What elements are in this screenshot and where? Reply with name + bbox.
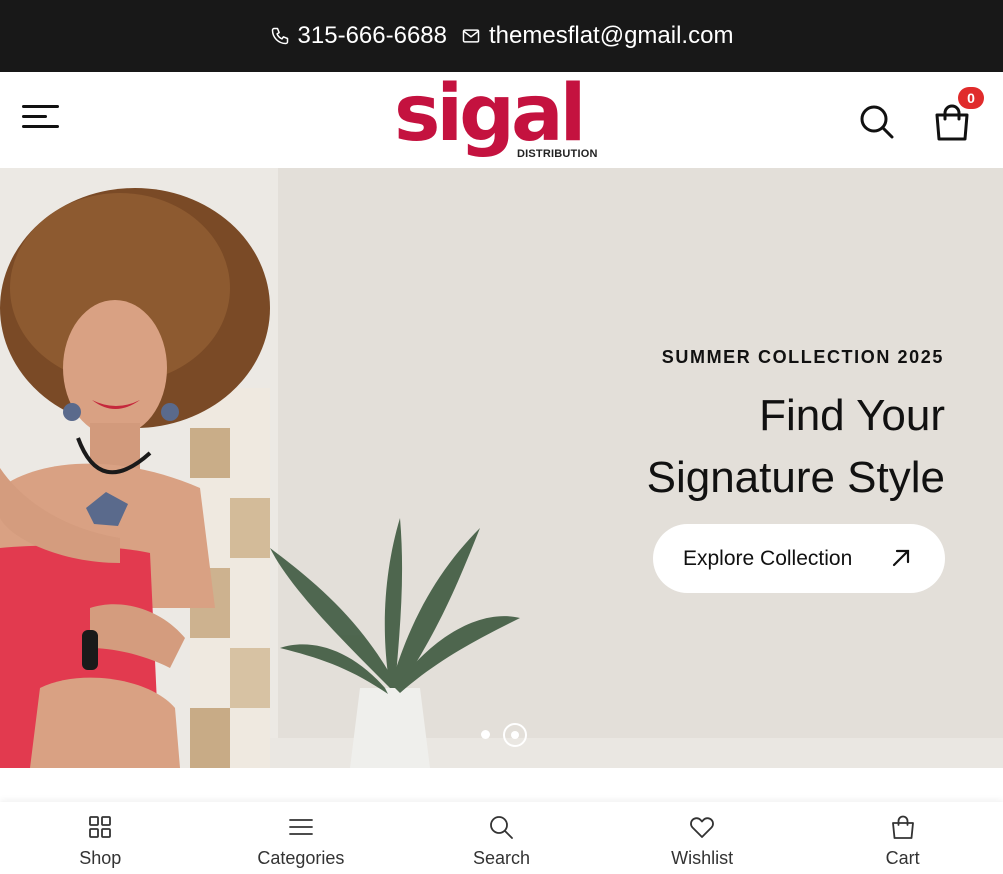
hero-title: Find Your Signature Style <box>647 385 945 509</box>
phone-number: 315-666-6688 <box>297 22 447 49</box>
contact-email[interactable]: themesflat@gmail.com <box>461 22 733 50</box>
nav-search-label: Search <box>472 848 530 868</box>
search-icon <box>490 816 514 839</box>
menu-icon-line-1 <box>22 105 59 108</box>
menu-icon-line-3 <box>22 125 59 128</box>
hero-title-line-2: Signature Style <box>646 453 945 502</box>
nav-cart[interactable]: Cart <box>802 802 1003 874</box>
phone-icon <box>271 27 288 45</box>
nav-categories[interactable]: Categories <box>201 802 402 874</box>
nav-wishlist-label: Wishlist <box>671 848 734 868</box>
top-bar: 315-666-6688 themesflat@gmail.com <box>0 0 1003 72</box>
menu-button[interactable] <box>22 102 62 132</box>
slide-dot-1[interactable] <box>481 730 490 739</box>
hero-banner: SUMMER COLLECTION 2025 Find Your Signatu… <box>0 168 1003 768</box>
nav-cart-label: Cart <box>885 848 920 868</box>
cart-count-badge: 0 <box>958 87 984 109</box>
menu-icon-line-2 <box>22 115 47 118</box>
contact-phone[interactable]: 315-666-6688 <box>270 22 447 50</box>
heart-icon <box>690 817 714 838</box>
explore-collection-button[interactable]: Explore Collection <box>653 524 945 593</box>
header-search-button[interactable] <box>857 102 895 140</box>
nav-shop[interactable]: Shop <box>0 802 201 874</box>
brand-logo[interactable]: sigal DISTRIBUTION <box>392 69 612 168</box>
list-icon <box>288 819 313 835</box>
logo-subtext: DISTRIBUTION <box>517 148 598 160</box>
hero-title-line-1: Find Your <box>759 391 945 440</box>
slide-dot-2-active[interactable] <box>503 723 527 747</box>
site-header: sigal DISTRIBUTION <box>0 69 1003 168</box>
email-address: themesflat@gmail.com <box>489 22 734 49</box>
search-icon <box>860 105 894 139</box>
bottom-navigation: Shop Categories Search Wishlist Cart <box>0 802 1003 874</box>
explore-collection-label: Explore Collection <box>683 546 853 570</box>
nav-shop-label: Shop <box>79 848 122 868</box>
nav-wishlist[interactable]: Wishlist <box>602 802 803 874</box>
bag-icon <box>891 815 914 839</box>
mail-icon <box>462 29 480 43</box>
nav-categories-label: Categories <box>257 848 345 868</box>
hero-eyebrow: SUMMER COLLECTION 2025 <box>661 347 944 367</box>
grid-icon <box>89 816 112 838</box>
arrow-up-right-icon <box>892 549 910 567</box>
nav-search[interactable]: Search <box>401 802 602 874</box>
slider-pagination <box>476 722 536 748</box>
